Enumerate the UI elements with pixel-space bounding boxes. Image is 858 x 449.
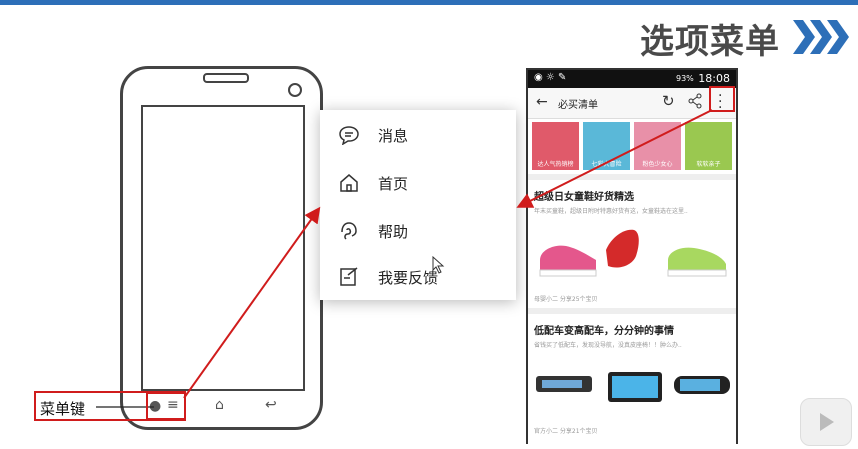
- play-watermark-icon: [800, 398, 852, 446]
- red-arrows: [183, 109, 713, 399]
